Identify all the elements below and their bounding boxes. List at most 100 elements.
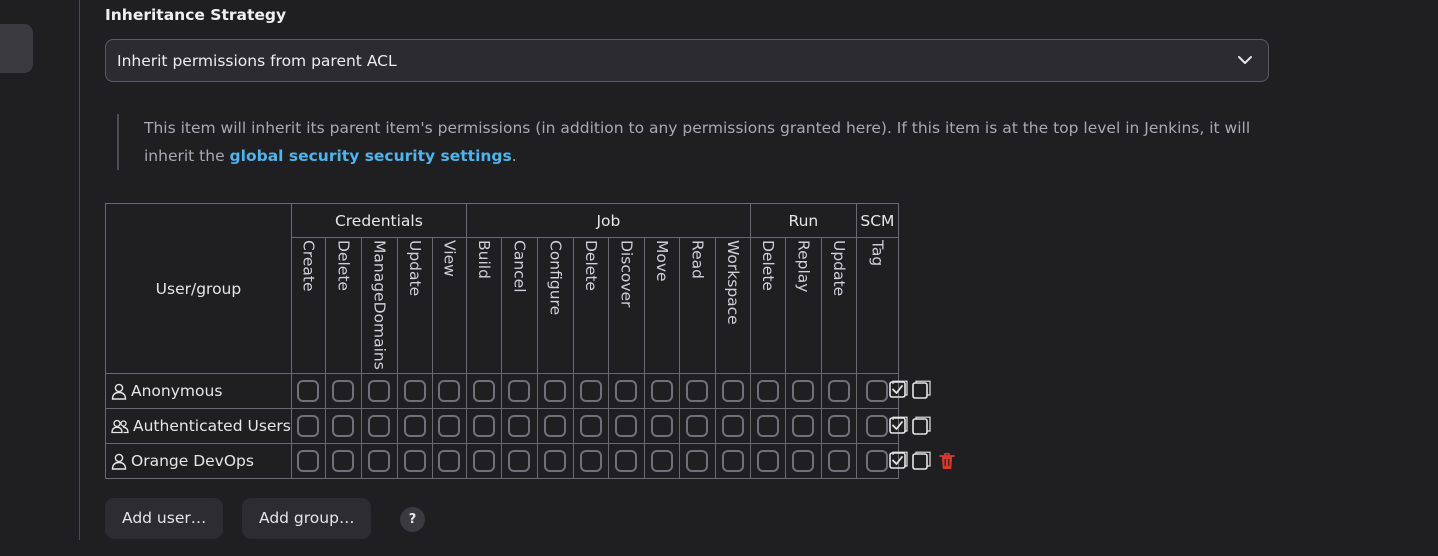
unselect-all-icon[interactable] xyxy=(912,380,931,399)
permission-checkbox-credentials-delete[interactable] xyxy=(332,450,355,472)
permission-checkbox-scm-tag[interactable] xyxy=(866,380,889,402)
add-group-button[interactable]: Add group… xyxy=(242,498,372,539)
permission-checkbox-job-build[interactable] xyxy=(472,380,495,402)
permission-checkbox-job-build[interactable] xyxy=(472,450,495,472)
permission-header-job-build: Build xyxy=(465,237,502,374)
permission-cell xyxy=(324,373,362,409)
row-actions xyxy=(889,416,931,435)
permission-checkbox-credentials-update[interactable] xyxy=(403,380,426,402)
permission-checkbox-job-move[interactable] xyxy=(650,380,673,402)
permission-checkbox-job-discover[interactable] xyxy=(615,450,638,472)
group-header-run: Run xyxy=(749,203,857,238)
permission-checkbox-job-read[interactable] xyxy=(686,415,709,437)
permission-cell xyxy=(324,408,362,444)
permission-cell xyxy=(465,443,502,479)
user-cell: Anonymous xyxy=(105,373,292,409)
permission-cell xyxy=(360,408,398,444)
permission-checkbox-job-cancel[interactable] xyxy=(508,450,531,472)
permission-label: Delete xyxy=(758,240,777,291)
permission-cell xyxy=(820,443,857,479)
group-header-job: Job xyxy=(465,203,751,238)
permission-checkbox-credentials-delete[interactable] xyxy=(332,380,355,402)
sidebar-tab[interactable] xyxy=(0,24,33,73)
permission-checkbox-credentials-create[interactable] xyxy=(297,415,320,437)
permission-checkbox-job-build[interactable] xyxy=(472,415,495,437)
inheritance-help-text: This item will inherit its parent item's… xyxy=(117,114,1294,170)
group-header-scm: SCM xyxy=(855,203,899,238)
permission-checkbox-run-replay[interactable] xyxy=(792,415,815,437)
matrix-row: Authenticated Users xyxy=(105,408,899,444)
row-actions xyxy=(889,380,931,399)
permission-header-job-delete: Delete xyxy=(572,237,609,374)
permission-checkbox-credentials-managedomains[interactable] xyxy=(368,450,391,472)
trash-icon[interactable] xyxy=(939,452,955,470)
add-user-button[interactable]: Add user… xyxy=(105,498,224,539)
permission-checkbox-run-delete[interactable] xyxy=(756,415,779,437)
permission-label: Replay xyxy=(794,240,813,293)
permission-checkbox-job-configure[interactable] xyxy=(544,450,567,472)
permission-checkbox-scm-tag[interactable] xyxy=(866,450,889,472)
permission-checkbox-job-configure[interactable] xyxy=(544,415,567,437)
permission-checkbox-job-workspace[interactable] xyxy=(721,450,744,472)
permission-checkbox-run-delete[interactable] xyxy=(756,380,779,402)
permission-checkbox-credentials-create[interactable] xyxy=(297,380,320,402)
permission-checkbox-job-configure[interactable] xyxy=(544,380,567,402)
permission-cell xyxy=(290,408,326,444)
permission-cell xyxy=(572,373,609,409)
user-cell: Authenticated Users xyxy=(105,408,292,444)
permission-checkbox-job-move[interactable] xyxy=(650,415,673,437)
permission-cell xyxy=(396,443,433,479)
permission-cell xyxy=(643,443,680,479)
permission-checkbox-credentials-delete[interactable] xyxy=(332,415,355,437)
permission-checkbox-run-replay[interactable] xyxy=(792,450,815,472)
permission-checkbox-run-replay[interactable] xyxy=(792,380,815,402)
permission-checkbox-job-cancel[interactable] xyxy=(508,415,531,437)
inheritance-strategy-label: Inheritance Strategy xyxy=(105,6,287,24)
users-icon xyxy=(111,419,129,434)
permission-checkbox-job-cancel[interactable] xyxy=(508,380,531,402)
permission-cell xyxy=(678,443,716,479)
permission-label: Delete xyxy=(581,240,600,291)
permission-checkbox-job-delete[interactable] xyxy=(579,380,602,402)
permission-checkbox-credentials-update[interactable] xyxy=(403,415,426,437)
select-all-icon[interactable] xyxy=(889,451,908,470)
permission-checkbox-job-read[interactable] xyxy=(686,380,709,402)
permission-checkbox-job-workspace[interactable] xyxy=(721,415,744,437)
permission-cell xyxy=(324,443,362,479)
permission-cell xyxy=(290,443,326,479)
permission-checkbox-run-update[interactable] xyxy=(827,415,850,437)
permission-checkbox-credentials-create[interactable] xyxy=(297,450,320,472)
unselect-all-icon[interactable] xyxy=(912,416,931,435)
permission-cell xyxy=(360,373,398,409)
select-all-icon[interactable] xyxy=(889,416,908,435)
permission-checkbox-credentials-view[interactable] xyxy=(438,380,461,402)
global-security-settings-link[interactable]: global security security settings xyxy=(230,147,512,165)
permission-checkbox-run-delete[interactable] xyxy=(756,450,779,472)
permission-checkbox-job-discover[interactable] xyxy=(615,380,638,402)
permission-checkbox-job-move[interactable] xyxy=(650,450,673,472)
permission-cell xyxy=(714,443,751,479)
select-all-icon[interactable] xyxy=(889,380,908,399)
inheritance-strategy-value: Inherit permissions from parent ACL xyxy=(117,51,397,70)
permission-checkbox-credentials-managedomains[interactable] xyxy=(368,380,391,402)
permission-checkbox-job-read[interactable] xyxy=(686,450,709,472)
permission-cell xyxy=(607,443,645,479)
permission-checkbox-run-update[interactable] xyxy=(827,450,850,472)
permission-checkbox-job-workspace[interactable] xyxy=(721,380,744,402)
permission-header-credentials-delete: Delete xyxy=(324,237,362,374)
permission-checkbox-credentials-managedomains[interactable] xyxy=(368,415,391,437)
permission-checkbox-credentials-update[interactable] xyxy=(403,450,426,472)
permission-cell xyxy=(536,443,574,479)
permission-checkbox-credentials-view[interactable] xyxy=(438,450,461,472)
permission-checkbox-job-delete[interactable] xyxy=(579,450,602,472)
permission-checkbox-credentials-view[interactable] xyxy=(438,415,461,437)
permission-label: Tag xyxy=(868,240,887,267)
permission-checkbox-run-update[interactable] xyxy=(827,380,850,402)
help-icon[interactable]: ? xyxy=(400,507,425,532)
permission-checkbox-scm-tag[interactable] xyxy=(866,415,889,437)
permission-label: View xyxy=(440,240,459,277)
permission-checkbox-job-discover[interactable] xyxy=(615,415,638,437)
inheritance-strategy-select[interactable]: Inherit permissions from parent ACL xyxy=(105,39,1269,82)
permission-checkbox-job-delete[interactable] xyxy=(579,415,602,437)
unselect-all-icon[interactable] xyxy=(912,451,931,470)
